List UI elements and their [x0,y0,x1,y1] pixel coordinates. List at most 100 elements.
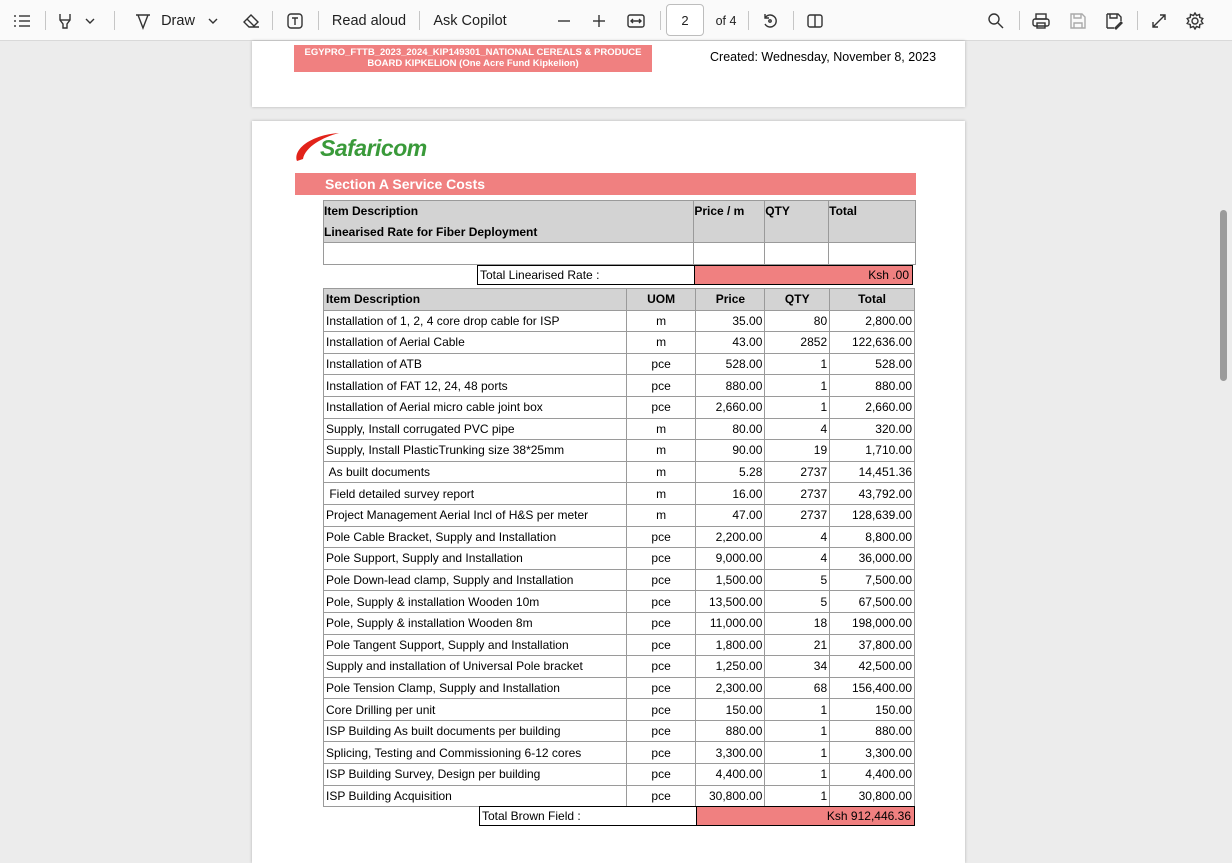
cell-qty: 21 [764,633,831,657]
cell-price: 1,800.00 [695,633,766,657]
cell-qty: 2852 [764,331,831,354]
cell-qty: 4 [764,525,831,549]
cell-item-description: Installation of 1, 2, 4 core drop cable … [323,309,627,333]
logo-text: Safaricom [320,135,427,161]
table-row: ISP Building As built documents per buil… [323,719,915,743]
cell-qty: 18 [764,611,831,635]
cell-uom: pce [625,676,697,700]
table-row: Pole Down-lead clamp, Supply and Install… [323,568,915,592]
save-icon[interactable] [1066,0,1090,41]
cell-uom: pce [625,395,697,419]
page-number-input[interactable]: 2 [666,4,704,36]
fit-width-icon[interactable] [624,0,648,41]
table-row: Pole Tangent Support, Supply and Install… [323,633,915,657]
cell-price: 3,300.00 [695,741,766,765]
vertical-scrollbar[interactable] [1216,41,1232,863]
draw-icon[interactable] [131,0,155,41]
cell-uom: pce [625,633,697,657]
read-aloud-button[interactable]: Read aloud [330,0,408,41]
cell-total: 43,792.00 [829,482,915,505]
cell-price: 2,660.00 [695,395,766,419]
cell-uom: pce [625,352,697,376]
cell-item-description: Supply, Install corrugated PVC pipe [323,417,627,441]
cell-item-description: Pole Support, Supply and Installation [323,547,627,570]
linearised-rate-table: Item Description Price / m QTY Total Lin… [322,200,916,265]
brown-field-total: Ksh 912,446.36 [696,806,915,826]
page-total: of 4 [715,13,737,28]
cell-total: 2,660.00 [829,395,915,419]
cell-price: 9,000.00 [695,547,766,570]
t1-total-label: Total Linearised Rate : [477,265,695,285]
cell-price: 4,400.00 [695,763,766,786]
cell-uom: pce [625,719,697,743]
page-view-icon[interactable] [803,0,827,41]
cell-qty: 1 [764,352,831,376]
t2-header-uom: UOM [625,288,697,311]
table-row: Splicing, Testing and Commissioning 6-12… [323,741,915,765]
eraser-icon[interactable] [239,0,263,41]
table-row: Pole, Supply & installation Wooden 8m pce… [323,611,915,635]
cell-total: 880.00 [829,374,915,397]
ask-copilot-button[interactable]: Ask Copilot [431,0,509,41]
cell-item-description: ISP Building Acquisition [323,784,627,808]
save-as-icon[interactable] [1102,0,1126,41]
t2-header-item-description: Item Description [323,288,627,311]
text-box-icon[interactable] [283,0,307,41]
cell-item-description: Pole Tension Clamp, Supply and Installat… [323,676,627,700]
cell-uom: pce [625,568,697,592]
cell-uom: pce [625,763,697,786]
contents-icon[interactable] [10,0,34,41]
cell-qty: 4 [764,417,831,441]
t1-header-total: Total [828,200,916,222]
cell-uom: pce [625,784,697,808]
cell-qty: 68 [764,676,831,700]
cell-price: 528.00 [695,352,766,376]
cell-price: 47.00 [695,503,766,527]
scrollbar-thumb[interactable] [1220,210,1227,381]
cell-qty: 1 [764,763,831,786]
table-row: Installation of ATB pce 528.00 1 528.00 [323,352,915,376]
cell-item-description: Pole Tangent Support, Supply and Install… [323,633,627,657]
cell-item-description: Pole Cable Bracket, Supply and Installat… [323,525,627,549]
zoom-out-icon[interactable] [554,0,574,41]
zoom-in-icon[interactable] [589,0,609,41]
t1-header-item-description: Item Description [322,200,695,222]
project-banner-line1: EGYPRO_FTTB_2023_2024_KIP149301_NATIONAL… [304,47,642,58]
fullscreen-icon[interactable] [1147,0,1171,41]
cell-total: 67,500.00 [829,590,915,613]
table-row: Pole Tension Clamp, Supply and Installat… [323,676,915,700]
cell-uom: pce [625,655,697,678]
table-row: ISP Building Acquisition pce 30,800.00 1 30,… [323,784,915,808]
cell-qty: 2737 [764,460,831,484]
print-icon[interactable] [1029,0,1053,41]
safaricom-logo: Safaricom [293,127,453,167]
table-row: Installation of Aerial micro cable joint… [323,395,915,419]
cell-price: 30,800.00 [695,784,766,808]
cell-qty: 1 [764,741,831,765]
cell-total: 880.00 [829,719,915,743]
cell-qty: 2737 [764,503,831,527]
settings-gear-icon[interactable] [1183,0,1207,41]
cell-price: 150.00 [695,698,766,721]
cell-qty: 1 [764,784,831,808]
cell-total: 36,000.00 [829,547,915,570]
cell-item-description: Installation of Aerial Cable [323,331,627,354]
table-row: Supply, Install PlasticTrunking size 38*… [323,439,915,462]
table-row: Installation of Aerial Cable m 43.00 2852 12… [323,331,915,354]
cell-uom: pce [625,590,697,613]
highlight-icon[interactable] [54,0,76,41]
rotate-icon[interactable] [758,0,782,41]
t2-header-price: Price [695,288,766,311]
t1-total-value: Ksh .00 [694,265,913,285]
cell-item-description: Field detailed survey report [323,482,627,505]
draw-button[interactable]: Draw [160,0,196,41]
chevron-down-icon[interactable] [82,0,98,41]
table-row: Project Management Aerial Incl of H&S pe… [323,503,915,527]
t1-subheader: Linearised Rate for Fiber Deployment [322,221,694,243]
cell-qty: 2737 [764,482,831,505]
brown-field-label: Total Brown Field : [479,806,697,826]
table-row: ISP Building Survey, Design per building… [323,763,915,786]
chevron-down-icon[interactable] [205,0,221,41]
search-icon[interactable] [984,0,1008,41]
cell-total: 30,800.00 [829,784,915,808]
